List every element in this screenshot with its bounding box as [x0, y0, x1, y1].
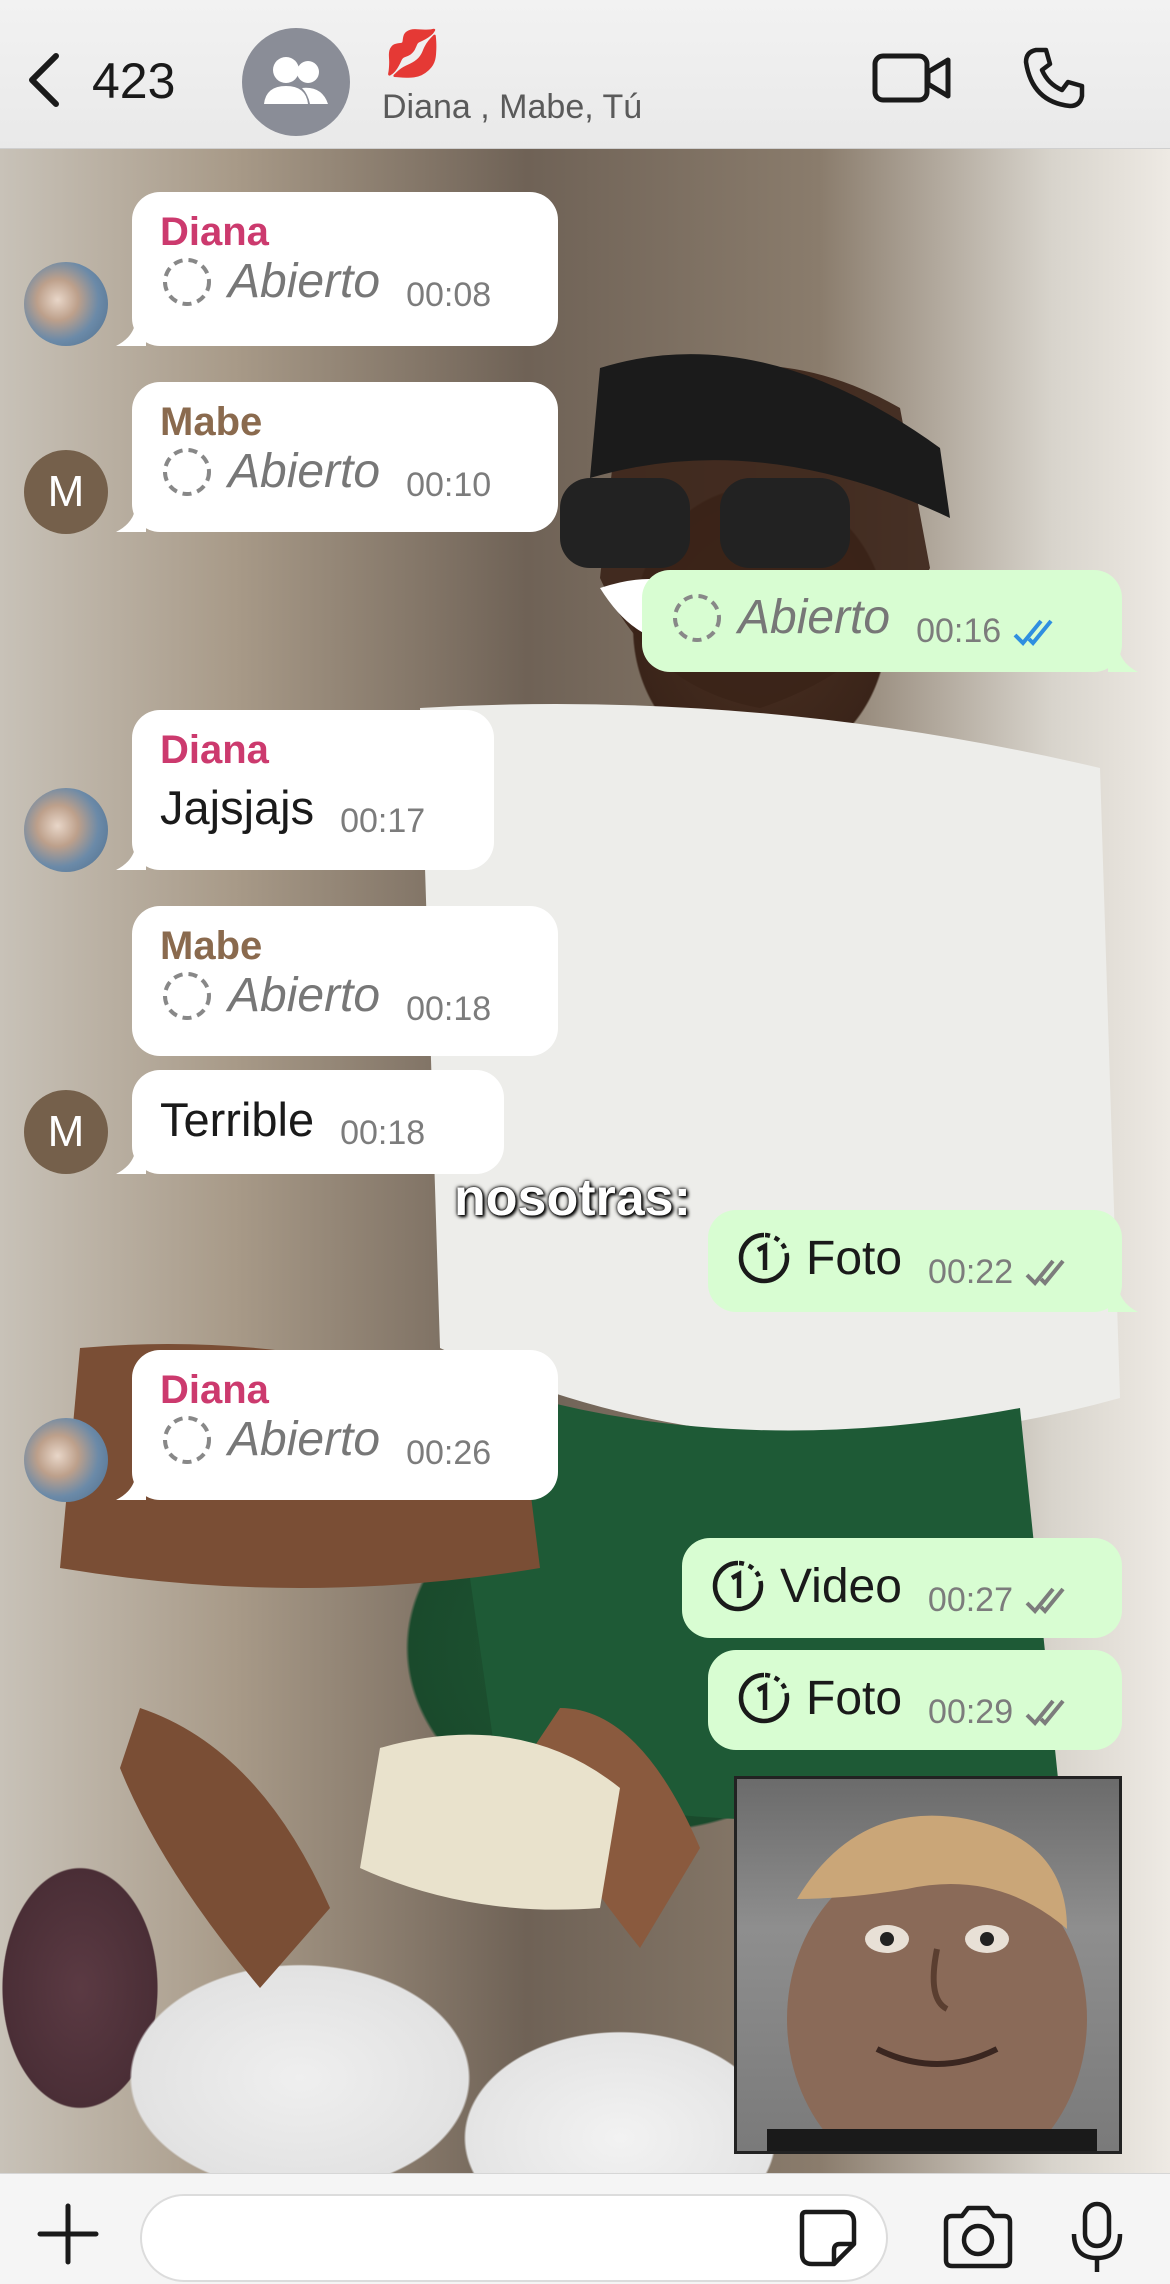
avatar-diana[interactable]: [24, 1418, 108, 1502]
message-bubble[interactable]: Terrible 00:18: [116, 1070, 504, 1174]
message-input[interactable]: [140, 2194, 888, 2282]
unread-count[interactable]: 423: [92, 52, 175, 110]
message-composer: [0, 2173, 1170, 2284]
opened-status: Abierto: [228, 969, 381, 1022]
message-time: 00:08: [406, 276, 492, 314]
view-once-opened-icon: [163, 971, 211, 1020]
message-time: 00:29: [928, 1692, 1014, 1731]
message-text: Terrible: [160, 1093, 315, 1146]
message-time: 00:26: [406, 1434, 492, 1472]
opened-status: Abierto: [738, 591, 891, 644]
message-bubble[interactable]: Diana Abierto 00:26: [116, 1350, 558, 1500]
message-bubble-outgoing[interactable]: Video 00:27: [682, 1538, 1122, 1638]
view-once-opened-icon: [673, 593, 721, 642]
opened-status: Abierto: [228, 1413, 381, 1466]
group-title[interactable]: 💋: [384, 30, 441, 76]
message-bubble[interactable]: Mabe Abierto 00:10: [116, 382, 558, 532]
view-once-opened-icon: [163, 447, 211, 496]
media-label: Foto: [806, 1231, 903, 1285]
message-time: 00:17: [340, 802, 426, 840]
message-bubble-outgoing[interactable]: Foto 00:29: [708, 1650, 1122, 1750]
double-check-icon: [1025, 1587, 1065, 1614]
view-once-icon: [712, 1560, 764, 1612]
message-time: 00:16: [916, 612, 1002, 650]
phone-icon[interactable]: [1022, 46, 1086, 110]
double-check-icon: [1025, 1699, 1065, 1726]
media-label: Foto: [806, 1671, 903, 1725]
message-time: 00:18: [406, 990, 492, 1028]
sender-name[interactable]: Diana: [160, 1368, 530, 1412]
avatar-mabe[interactable]: M: [24, 450, 108, 534]
message-bubble-outgoing[interactable]: Foto 00:22: [708, 1210, 1138, 1312]
message-bubble[interactable]: Diana Jajsjajs 00:17: [116, 710, 494, 870]
double-check-icon: [1013, 619, 1053, 646]
opened-status: Abierto: [228, 255, 381, 308]
message-time: 00:18: [340, 1114, 426, 1152]
sticker-icon[interactable]: [796, 2206, 860, 2270]
view-once-opened-icon: [163, 1415, 211, 1464]
sender-name[interactable]: Diana: [160, 210, 530, 254]
message-bubble[interactable]: Mabe Abierto 00:18: [132, 906, 558, 1056]
microphone-icon[interactable]: [1068, 2200, 1126, 2276]
avatar-diana[interactable]: [24, 262, 108, 346]
view-once-icon: [738, 1672, 790, 1724]
group-members[interactable]: Diana , Mabe, Tú: [382, 88, 642, 127]
message-bubble-outgoing[interactable]: Abierto 00:16: [642, 570, 1138, 672]
view-once-opened-icon: [163, 257, 211, 306]
avatar-diana[interactable]: [24, 788, 108, 872]
camera-icon[interactable]: [940, 2204, 1016, 2270]
avatar-mabe[interactable]: M: [24, 1090, 108, 1174]
video-call-icon[interactable]: [872, 50, 952, 106]
message-text: Jajsjajs: [160, 781, 315, 834]
double-check-icon: [1025, 1259, 1065, 1286]
media-label: Video: [780, 1559, 902, 1613]
view-once-icon: [738, 1232, 790, 1284]
sender-name[interactable]: Mabe: [160, 924, 530, 968]
overlay-caption: nosotras:: [454, 1169, 691, 1227]
message-bubble[interactable]: Diana Abierto 00:08: [116, 192, 558, 346]
message-time: 00:22: [928, 1252, 1014, 1291]
message-time: 00:27: [927, 1580, 1013, 1619]
back-chevron-icon[interactable]: [20, 50, 70, 110]
group-icon: [264, 57, 328, 104]
message-time: 00:10: [406, 466, 492, 504]
plus-icon[interactable]: [36, 2202, 100, 2266]
group-avatar[interactable]: [242, 28, 350, 136]
sender-name[interactable]: Diana: [160, 728, 466, 772]
opened-status: Abierto: [228, 445, 381, 498]
meme-reaction-image: [734, 1776, 1122, 2154]
chat-header: 423 💋 Diana , Mabe, Tú: [0, 0, 1170, 149]
sender-name[interactable]: Mabe: [160, 400, 530, 444]
